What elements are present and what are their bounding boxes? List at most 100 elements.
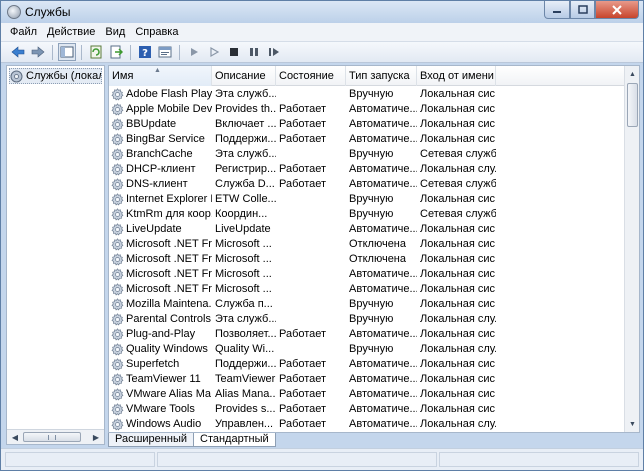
service-status-cell	[276, 312, 346, 327]
service-gear-icon	[111, 238, 124, 251]
service-description-cell: Эта служб...	[215, 313, 276, 325]
table-row[interactable]: Mozilla Maintena... Служба п... Вручную Лок…	[109, 297, 625, 312]
table-row[interactable]: Microsoft .NET Fr... Microsoft ... Отключе…	[109, 237, 625, 252]
table-row[interactable]: BingBar Service Поддержи... Работает Автома…	[109, 132, 625, 147]
tab-extended[interactable]: Расширенный	[108, 433, 194, 447]
service-logon-cell: Локальная сис...	[420, 268, 496, 280]
service-startup-type-cell: Отключена	[349, 238, 406, 250]
table-row[interactable]: Microsoft .NET Fr... Microsoft ... Автомат…	[109, 282, 625, 297]
column-header-startup-type[interactable]: Тип запуска	[346, 66, 417, 86]
service-name-label: LiveUpdate	[126, 223, 182, 235]
scroll-grip-icon	[48, 435, 56, 440]
console-tree-icon	[60, 46, 74, 58]
maximize-button[interactable]	[570, 1, 595, 19]
table-row[interactable]: KtmRm для коор... Координ... Вручную Сетева…	[109, 207, 625, 222]
scroll-thumb[interactable]	[627, 83, 638, 127]
table-row[interactable]: BranchCache Эта служб... Вручную Сетевая сл…	[109, 147, 625, 162]
back-button[interactable]	[9, 43, 27, 61]
table-row[interactable]: DHCP-клиент Регистрир... Работает Автоматич…	[109, 162, 625, 177]
table-row[interactable]: VMware Alias Ma... Alias Mana... Работает А…	[109, 387, 625, 402]
start-service-button[interactable]	[185, 43, 203, 61]
pause-service-button[interactable]	[245, 43, 263, 61]
tree-horizontal-scrollbar[interactable]: ◀ ▶	[7, 429, 104, 444]
scroll-right-arrow-icon[interactable]: ▶	[89, 431, 103, 443]
service-name-label: DNS-клиент	[126, 178, 188, 190]
service-startup-type-cell: Автоматиче...	[349, 418, 417, 430]
service-startup-type-cell: Автоматиче...	[349, 118, 417, 130]
scroll-down-arrow-icon[interactable]: ▼	[626, 417, 639, 431]
service-logon-cell: Локальная сис...	[420, 283, 496, 295]
table-row[interactable]: Superfetch Поддержи... Работает Автоматиче.…	[109, 357, 625, 372]
table-row[interactable]: Microsoft .NET Fr... Microsoft ... Отключе…	[109, 252, 625, 267]
export-button[interactable]	[107, 43, 125, 61]
service-name-label: Adobe Flash Playe...	[126, 88, 212, 100]
service-logon-cell: Локальная сис...	[420, 133, 496, 145]
menu-view[interactable]: Вид	[100, 26, 130, 38]
table-row[interactable]: Windows Audio Управлен... Работает Автомати…	[109, 417, 625, 432]
title-bar[interactable]: Службы	[1, 1, 643, 23]
table-row[interactable]: Plug-and-Play Позволяет... Работает Автомат…	[109, 327, 625, 342]
refresh-button[interactable]	[87, 43, 105, 61]
help-button[interactable]: ?	[136, 43, 154, 61]
column-header-log-on-as[interactable]: Вход от имени	[417, 66, 496, 86]
play-outline-icon	[210, 46, 220, 58]
table-row[interactable]: TeamViewer 11 TeamViewer ...Работает Автом…	[109, 372, 625, 387]
table-row[interactable]: Adobe Flash Playe...Эта служб... Вручную Л…	[109, 87, 625, 102]
menu-action[interactable]: Действие	[42, 26, 100, 38]
service-status-cell: Работает	[279, 358, 327, 370]
service-status-cell	[276, 252, 346, 267]
column-header-status[interactable]: Состояние	[276, 66, 346, 86]
table-row[interactable]: Internet Explorer E...ETW Colle... Вручну…	[109, 192, 625, 207]
table-row[interactable]: Quality Windows ... Quality Wi... Вручную Л…	[109, 342, 625, 357]
service-description-cell: Эта служб...	[215, 88, 276, 100]
scroll-up-arrow-icon[interactable]: ▲	[626, 67, 639, 81]
service-name-cell: VMware Tools	[109, 402, 212, 417]
properties-button[interactable]	[156, 43, 174, 61]
scroll-left-arrow-icon[interactable]: ◀	[8, 431, 22, 443]
service-name-cell: Microsoft .NET Fr...	[109, 252, 212, 267]
stop-service-button[interactable]	[225, 43, 243, 61]
console-tree-button[interactable]	[58, 43, 76, 61]
service-status-cell	[276, 147, 346, 162]
service-status-cell: Работает	[279, 118, 327, 130]
service-logon-cell: Локальная сис...	[420, 103, 496, 115]
service-startup-type-cell: Вручную	[349, 148, 394, 160]
service-startup-type-cell: Автоматиче...	[349, 358, 417, 370]
tab-standard[interactable]: Стандартный	[193, 433, 276, 447]
table-row[interactable]: BBUpdate Включает ... Работает Автоматиче..…	[109, 117, 625, 132]
menu-file[interactable]: Файл	[5, 26, 42, 38]
close-button[interactable]	[595, 1, 639, 19]
column-header-description[interactable]: Описание	[212, 66, 276, 86]
table-row[interactable]: Microsoft .NET Fr... Microsoft ... Автомат…	[109, 267, 625, 282]
column-header-name[interactable]: ▲ Имя	[109, 66, 212, 86]
table-row[interactable]: VMware Tools Provides s... Работает Автомат…	[109, 402, 625, 417]
table-row[interactable]: Parental Controls Эта служб... Вручную Лока…	[109, 312, 625, 327]
forward-button[interactable]	[29, 43, 47, 61]
console-tree-pane: Службы (локаль ◀ ▶	[6, 65, 105, 445]
service-logon-cell: Локальная сис...	[420, 298, 496, 310]
service-name-label: VMware Tools	[126, 403, 195, 415]
service-status-cell: Работает	[279, 328, 327, 340]
table-row[interactable]: DNS-клиент Служба D... Работает Автоматиче.…	[109, 177, 625, 192]
scroll-thumb[interactable]	[23, 432, 81, 442]
service-logon-cell: Локальная сис...	[420, 88, 496, 100]
table-row[interactable]: Apple Mobile Devi...Provides th...Работа…	[109, 102, 625, 117]
table-row[interactable]: LiveUpdate LiveUpdate Автоматиче... Локальн…	[109, 222, 625, 237]
minimize-button[interactable]	[544, 1, 570, 19]
column-header-label: Описание	[215, 70, 266, 82]
service-startup-type-cell: Отключена	[349, 253, 406, 265]
service-status-cell: Работает	[279, 373, 327, 385]
service-gear-icon	[111, 178, 124, 191]
restart-service-button[interactable]	[265, 43, 283, 61]
toolbar-separator	[52, 44, 53, 60]
tree-item-services-local[interactable]: Службы (локаль	[9, 68, 102, 84]
list-vertical-scrollbar[interactable]: ▲ ▼	[624, 66, 639, 432]
service-gear-icon	[111, 88, 124, 101]
service-gear-icon	[111, 253, 124, 266]
forward-arrow-icon	[31, 46, 45, 58]
menu-help[interactable]: Справка	[130, 26, 183, 38]
toolbar: ?	[1, 42, 643, 63]
service-name-label: Plug-and-Play	[126, 328, 196, 340]
start-paused-service-button[interactable]	[205, 43, 223, 61]
service-name-cell: VMware Alias Ma...	[109, 387, 212, 402]
